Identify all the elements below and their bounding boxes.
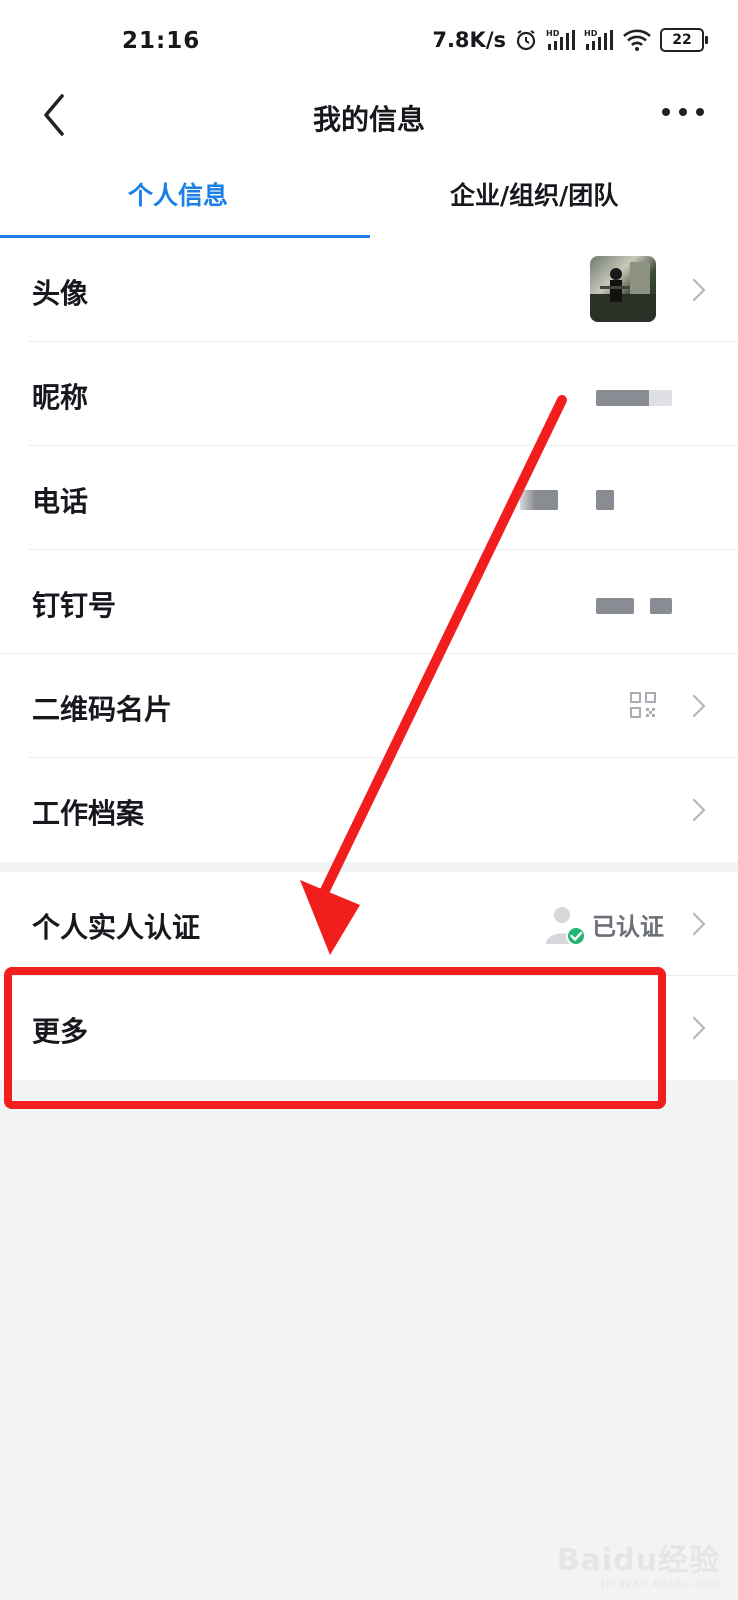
row-label: 二维码名片: [32, 693, 173, 726]
chevron-right-icon: [692, 694, 706, 718]
list-item-dingtalk-id[interactable]: 钉钉号: [0, 550, 738, 654]
wifi-icon: [622, 28, 652, 52]
verification-list: 个人实人认证 已认证 更多: [0, 872, 738, 1080]
net-speed: 7.8K/s: [432, 28, 506, 52]
row-label: 个人实人认证: [32, 911, 201, 944]
list-item-avatar[interactable]: 头像: [0, 238, 738, 342]
tab-bar: 个人信息 企业/组织/团队: [0, 154, 738, 239]
watermark-logo: Baidu经验 jingyan.baidu.com: [557, 1535, 720, 1590]
tab-personal-info[interactable]: 个人信息: [128, 176, 228, 212]
alarm-icon: [514, 28, 538, 52]
verified-user-icon: [546, 907, 586, 946]
tab-organization[interactable]: 企业/组织/团队: [450, 176, 618, 212]
row-label: 工作档案: [32, 797, 145, 830]
status-bar: 21:16 7.8K/s HD HD 22: [0, 0, 738, 88]
row-label: 头像: [32, 277, 89, 310]
row-label: 昵称: [32, 381, 89, 414]
qr-code-icon: [630, 692, 656, 718]
signal-icon-1: HD: [546, 28, 576, 52]
avatar: [590, 256, 656, 322]
more-horizontal-icon: [662, 108, 704, 116]
list-item-phone[interactable]: 电话: [0, 446, 738, 550]
status-icons: 7.8K/s HD HD 22: [432, 28, 708, 52]
more-options-button[interactable]: [658, 96, 708, 136]
redacted-value: [650, 598, 672, 614]
signal-icon-2: HD: [584, 28, 614, 52]
verified-label: 已认证: [592, 912, 664, 941]
page-title: 我的信息: [312, 103, 425, 136]
redacted-value: [520, 490, 558, 510]
redacted-value: [596, 490, 614, 510]
verified-status: 已认证: [542, 902, 664, 946]
watermark-text: Baidu经验: [556, 1543, 720, 1578]
chevron-right-icon: [692, 912, 706, 936]
chevron-right-icon: [692, 798, 706, 822]
top-nav-bar: 我的信息: [0, 88, 738, 154]
status-time: 21:16: [122, 28, 201, 54]
chevron-right-icon: [692, 278, 706, 302]
row-label: 电话: [32, 485, 89, 518]
list-item-qr-card[interactable]: 二维码名片: [0, 654, 738, 758]
list-item-nickname[interactable]: 昵称: [0, 342, 738, 446]
list-item-work-profile[interactable]: 工作档案: [0, 758, 738, 862]
chevron-right-icon: [692, 1016, 706, 1040]
watermark-sub: jingyan.baidu.com: [601, 1577, 720, 1590]
redacted-value: [596, 390, 672, 406]
redacted-value: [596, 598, 634, 614]
signal-label-1: HD: [546, 29, 560, 38]
personal-info-list: 头像 昵称 电话 钉钉号 二维码名片 工作档案: [0, 238, 738, 862]
signal-label-2: HD: [584, 29, 598, 38]
row-label: 更多: [32, 1015, 89, 1048]
row-label: 钉钉号: [32, 589, 117, 622]
list-item-more[interactable]: 更多: [0, 976, 738, 1080]
list-item-real-name-auth[interactable]: 个人实人认证 已认证: [0, 872, 738, 976]
battery-icon: 22: [660, 28, 708, 52]
